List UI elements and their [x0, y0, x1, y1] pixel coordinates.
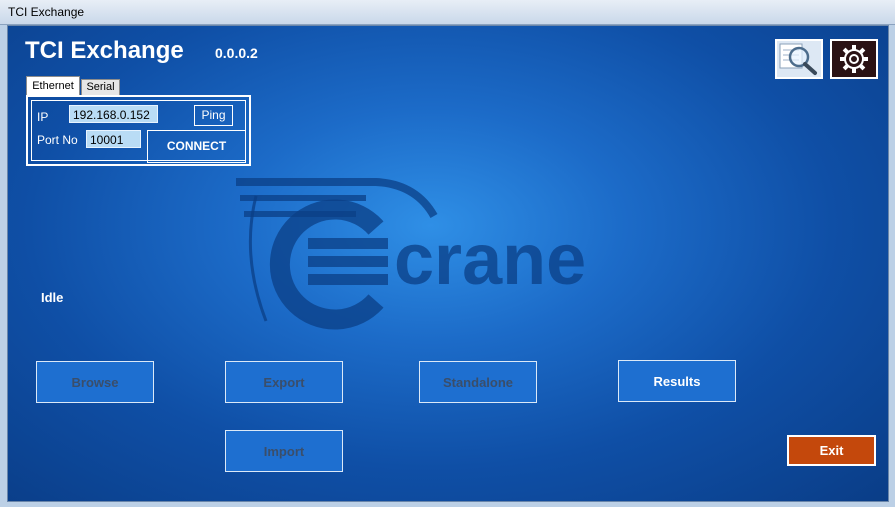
window-titlebar: TCI Exchange [0, 0, 895, 25]
import-button[interactable]: Import [225, 430, 343, 472]
tab-serial[interactable]: Serial [81, 79, 120, 95]
logo-text: crane [394, 220, 586, 300]
results-button[interactable]: Results [618, 360, 736, 402]
connect-button[interactable]: CONNECT [147, 130, 246, 163]
search-button[interactable] [775, 39, 823, 79]
settings-button[interactable] [830, 39, 878, 79]
port-label: Port No [37, 133, 78, 147]
ip-label: IP [37, 110, 49, 124]
export-button[interactable]: Export [225, 361, 343, 403]
gear-icon [840, 45, 868, 73]
tab-ethernet[interactable]: Ethernet [26, 76, 80, 95]
crane-logo: crane [236, 178, 586, 330]
browse-button[interactable]: Browse [36, 361, 154, 403]
ip-field[interactable]: 192.168.0.152 [69, 105, 158, 123]
window-title: TCI Exchange [8, 5, 85, 19]
app-version: 0.0.0.2 [215, 45, 258, 61]
standalone-button[interactable]: Standalone [419, 361, 537, 403]
app-client-area: crane TCI Exchange 0.0.0.2 Ethernet Seri… [7, 25, 889, 502]
status-text: Idle [41, 290, 64, 305]
search-icon [779, 43, 817, 75]
app-title: TCI Exchange [25, 37, 184, 64]
ping-button[interactable]: Ping [194, 105, 233, 126]
port-field[interactable]: 10001 [86, 130, 141, 148]
exit-button[interactable]: Exit [787, 435, 876, 466]
